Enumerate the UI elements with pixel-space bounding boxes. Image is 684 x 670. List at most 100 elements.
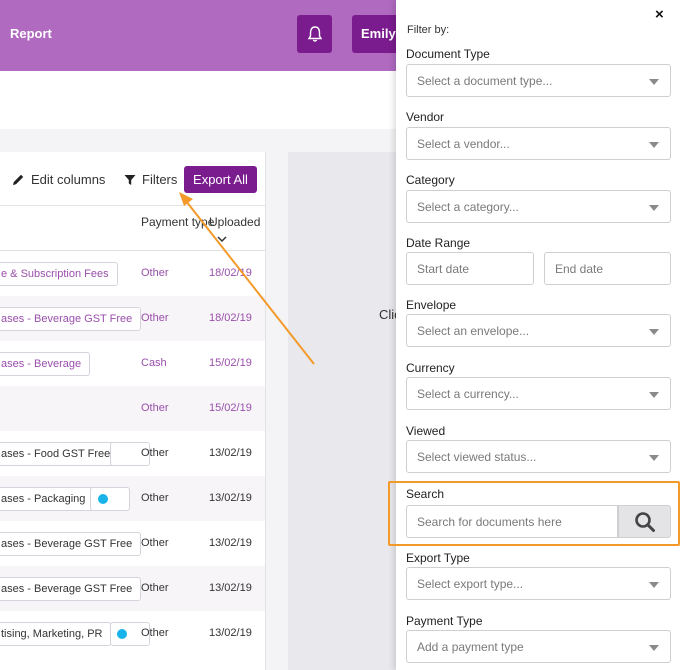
document-preview-area[interactable] [288, 152, 398, 670]
uploaded-date-cell: 18/02/19 [209, 267, 252, 279]
uploaded-date-cell: 13/02/19 [209, 492, 252, 504]
payment-type-label: Payment Type [406, 614, 483, 628]
vendor-select[interactable]: Select a vendor... [406, 127, 671, 160]
date-range-label: Date Range [406, 236, 471, 250]
start-date-placeholder: Start date [417, 262, 470, 276]
caret-down-icon [649, 205, 659, 211]
uploaded-label: Uploaded [209, 215, 261, 229]
edit-columns-label: Edit columns [31, 172, 106, 187]
end-date-input[interactable]: End date [544, 252, 671, 285]
filter-panel: Filter by: × Document Type Select a docu… [396, 0, 684, 670]
caret-down-icon [649, 329, 659, 335]
table-row[interactable]: ases - Beverage Cash 15/02/19 [0, 341, 265, 386]
caret-down-icon [649, 79, 659, 85]
close-icon[interactable]: × [655, 6, 664, 23]
chevron-down-icon [217, 236, 227, 243]
viewed-label: Viewed [406, 424, 446, 438]
payment-type-cell: Other [141, 492, 169, 504]
search-button[interactable] [618, 505, 671, 538]
category-select[interactable]: Select a category... [406, 190, 671, 223]
envelope-label: Envelope [406, 298, 457, 312]
xero-logo-icon [98, 494, 108, 504]
category-chip[interactable]: ases - Food GST Free [0, 442, 120, 466]
pencil-icon [13, 174, 24, 185]
uploaded-date-cell: 18/02/19 [209, 312, 252, 324]
filters-button[interactable]: Filters [124, 172, 177, 187]
caret-down-icon [649, 142, 659, 148]
table-row[interactable]: e & Subscription Fees Other 18/02/19 [0, 251, 265, 296]
column-header-uploaded[interactable]: Uploaded [209, 214, 260, 248]
table-row[interactable]: ases - Food GST Free Other 13/02/19 [0, 431, 265, 476]
payment-type-cell: Other [141, 582, 169, 594]
category-chip[interactable]: ases - Beverage GST Free [0, 577, 142, 601]
viewed-placeholder: Select viewed status... [417, 450, 537, 464]
report-nav-link[interactable]: Report [10, 26, 52, 41]
document-type-placeholder: Select a document type... [417, 74, 553, 88]
export-type-label: Export Type [406, 551, 470, 565]
payment-type-cell: Cash [141, 357, 167, 369]
uploaded-date-cell: 15/02/19 [209, 402, 252, 414]
uploaded-date-cell: 13/02/19 [209, 447, 252, 459]
currency-label: Currency [406, 361, 455, 375]
vendor-placeholder: Select a vendor... [417, 137, 510, 151]
documents-table: Edit columns Filters Export All Payment … [0, 152, 266, 670]
viewed-select[interactable]: Select viewed status... [406, 440, 671, 473]
category-chip[interactable]: ases - Beverage [0, 352, 91, 376]
vendor-label: Vendor [406, 110, 445, 124]
search-label: Search [406, 487, 445, 501]
currency-select[interactable]: Select a currency... [406, 377, 671, 410]
currency-placeholder: Select a currency... [417, 387, 519, 401]
caret-down-icon [649, 392, 659, 398]
table-row[interactable]: ases - Beverage GST Free Other 13/02/19 [0, 521, 265, 566]
payment-type-cell: Other [141, 267, 169, 279]
payment-type-cell: Other [141, 537, 169, 549]
start-date-input[interactable]: Start date [406, 252, 534, 285]
payment-type-select[interactable]: Add a payment type [406, 630, 671, 663]
end-date-placeholder: End date [555, 262, 604, 276]
uploaded-date-cell: 13/02/19 [209, 627, 252, 639]
table-toolbar: Edit columns Filters Export All [0, 152, 265, 206]
category-chip[interactable]: tising, Marketing, PR [0, 622, 112, 646]
table-row[interactable]: ases - Beverage GST Free Other 13/02/19 [0, 566, 265, 611]
filters-label: Filters [142, 172, 178, 187]
envelope-placeholder: Select an envelope... [417, 324, 530, 338]
category-chip[interactable]: ases - Beverage GST Free [0, 307, 142, 331]
uploaded-date-cell: 13/02/19 [209, 537, 252, 549]
payment-type-cell: Other [141, 402, 169, 414]
category-chip[interactable]: ases - Packaging [0, 487, 95, 511]
category-placeholder: Select a category... [417, 200, 519, 214]
search-placeholder: Search for documents here [417, 515, 562, 529]
funnel-icon [124, 174, 136, 185]
search-input[interactable]: Search for documents here [406, 505, 618, 538]
document-type-select[interactable]: Select a document type... [406, 64, 671, 97]
payment-type-placeholder: Add a payment type [417, 640, 524, 654]
table-row[interactable]: ases - Packaging Other 13/02/19 [0, 476, 265, 521]
export-type-placeholder: Select export type... [417, 577, 524, 591]
bell-icon [307, 26, 322, 42]
caret-down-icon [649, 455, 659, 461]
category-chip[interactable]: e & Subscription Fees [0, 262, 118, 286]
document-type-label: Document Type [406, 47, 490, 61]
column-header-payment-type[interactable]: Payment type [141, 214, 214, 231]
category-chip[interactable]: ases - Beverage GST Free [0, 532, 142, 556]
uploaded-date-cell: 13/02/19 [209, 582, 252, 594]
payment-type-cell: Other [141, 312, 169, 324]
filter-panel-title: Filter by: [407, 24, 450, 36]
envelope-select[interactable]: Select an envelope... [406, 314, 671, 347]
caret-down-icon [649, 582, 659, 588]
table-row[interactable]: ases - Beverage GST Free Other 18/02/19 [0, 296, 265, 341]
search-icon [634, 511, 655, 532]
export-all-button[interactable]: Export All [184, 166, 257, 193]
table-row[interactable]: Other 15/02/19 [0, 386, 265, 431]
notifications-button[interactable] [297, 15, 332, 53]
category-label: Category [406, 173, 455, 187]
integration-chip[interactable] [90, 487, 130, 511]
payment-type-cell: Other [141, 627, 169, 639]
caret-down-icon [649, 645, 659, 651]
payment-type-cell: Other [141, 447, 169, 459]
export-type-select[interactable]: Select export type... [406, 567, 671, 600]
uploaded-date-cell: 15/02/19 [209, 357, 252, 369]
xero-logo-icon [117, 629, 127, 639]
table-row[interactable]: tising, Marketing, PR Other 13/02/19 [0, 611, 265, 656]
edit-columns-button[interactable]: Edit columns [12, 172, 105, 187]
